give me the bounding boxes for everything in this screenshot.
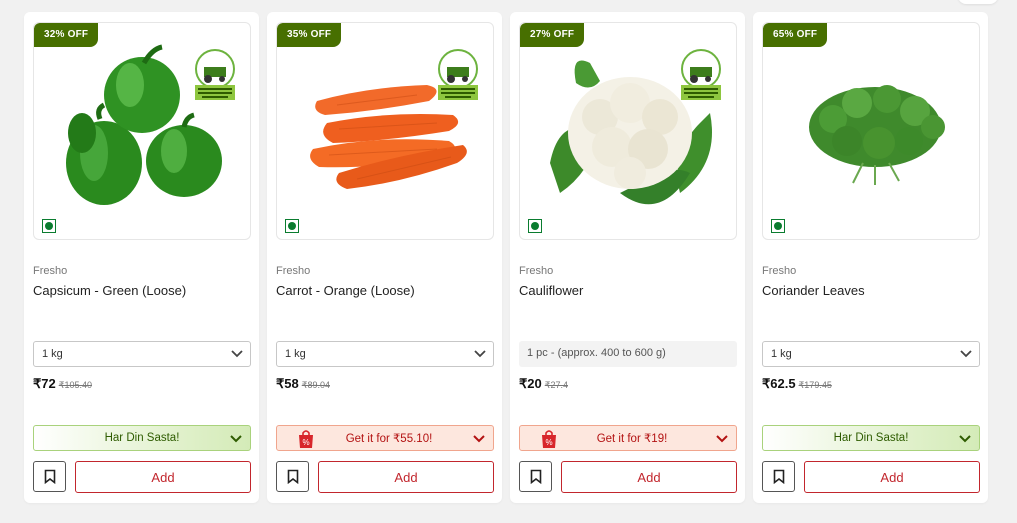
offer-banner[interactable]: % Get it for ₹55.10!	[276, 425, 494, 451]
bookmark-icon	[530, 469, 541, 484]
veg-mark-icon	[285, 219, 299, 233]
offer-banner[interactable]: % Get it for ₹19!	[519, 425, 737, 451]
discount-badge: 35% OFF	[277, 23, 342, 47]
product-name[interactable]: Coriander Leaves	[762, 283, 865, 298]
bookmark-button[interactable]	[762, 461, 795, 492]
bookmark-button[interactable]	[33, 461, 66, 492]
discount-badge: 27% OFF	[520, 23, 585, 47]
mrp-price: ₹179.45	[798, 380, 832, 390]
quantity-select[interactable]: 1 kg	[276, 341, 494, 367]
price: ₹72 ₹105.40	[33, 376, 92, 392]
quantity-value: 1 pc - (approx. 400 to 600 g)	[527, 347, 666, 359]
product-card[interactable]: 35% OFF Fresho Carrot - Orange (Loose) 1…	[267, 12, 502, 503]
offer-label: Get it for ₹55.10!	[345, 433, 433, 445]
offer-banner[interactable]: Har Din Sasta!	[762, 425, 980, 451]
veg-mark-icon	[42, 219, 56, 233]
quantity-select[interactable]: 1 kg	[762, 341, 980, 367]
quantity-value: 1 kg	[42, 348, 63, 360]
coriander-image	[809, 85, 945, 185]
farmer-partner-logo	[438, 49, 478, 100]
add-button[interactable]: Add	[318, 461, 494, 493]
top-panel-edge	[958, 0, 998, 4]
product-brand: Fresho	[276, 265, 311, 277]
sale-price: ₹58	[276, 376, 299, 391]
shopping-bag-icon: %	[542, 430, 556, 448]
mrp-price: ₹89.04	[301, 380, 330, 390]
product-row: 32% OFF Fresho Capsicum - Green (Loose) …	[24, 12, 988, 503]
product-card[interactable]: 65% OFF Fresho Coriander Leaves 1 kg ₹62…	[753, 12, 988, 503]
mrp-price: ₹27.4	[544, 380, 568, 390]
quantity-value: 1 kg	[771, 348, 792, 360]
chevron-down-icon	[716, 435, 728, 443]
offer-banner[interactable]: Har Din Sasta!	[33, 425, 251, 451]
chevron-down-icon	[230, 435, 242, 443]
quantity-value: 1 kg	[285, 348, 306, 360]
product-image-box[interactable]: 32% OFF	[33, 22, 251, 240]
chevron-down-icon	[960, 350, 972, 358]
quantity-select[interactable]: 1 kg	[33, 341, 251, 367]
price: ₹62.5 ₹179.45	[762, 376, 832, 392]
farmer-partner-logo	[195, 49, 235, 100]
product-name[interactable]: Capsicum - Green (Loose)	[33, 283, 186, 298]
add-button[interactable]: Add	[75, 461, 251, 493]
product-card[interactable]: 32% OFF Fresho Capsicum - Green (Loose) …	[24, 12, 259, 503]
veg-mark-icon	[528, 219, 542, 233]
price: ₹58 ₹89.04	[276, 376, 330, 392]
bookmark-icon	[773, 469, 784, 484]
discount-badge: 32% OFF	[34, 23, 99, 47]
bookmark-button[interactable]	[519, 461, 552, 492]
product-name[interactable]: Cauliflower	[519, 283, 583, 298]
bookmark-icon	[287, 469, 298, 484]
product-image-box[interactable]: 35% OFF	[276, 22, 494, 240]
farmer-partner-logo	[681, 49, 721, 100]
offer-label: Har Din Sasta!	[104, 432, 180, 444]
product-brand: Fresho	[762, 265, 797, 277]
chevron-down-icon	[473, 435, 485, 443]
bookmark-button[interactable]	[276, 461, 309, 492]
offer-label: Get it for ₹19!	[596, 433, 668, 445]
add-button[interactable]: Add	[561, 461, 737, 493]
svg-text:%: %	[545, 438, 552, 447]
product-card[interactable]: 27% OFF Fresho Cauliflower 1 pc - (appro…	[510, 12, 745, 503]
add-button[interactable]: Add	[804, 461, 980, 493]
mrp-price: ₹105.40	[58, 380, 92, 390]
product-name[interactable]: Carrot - Orange (Loose)	[276, 283, 415, 298]
sale-price: ₹72	[33, 376, 56, 391]
veg-mark-icon	[771, 219, 785, 233]
svg-text:%: %	[302, 438, 309, 447]
product-image-box[interactable]: 27% OFF	[519, 22, 737, 240]
sale-price: ₹20	[519, 376, 542, 391]
chevron-down-icon	[231, 350, 243, 358]
quantity-label: 1 pc - (approx. 400 to 600 g)	[519, 341, 737, 367]
bookmark-icon	[44, 469, 55, 484]
chevron-down-icon	[959, 435, 971, 443]
price: ₹20 ₹27.4	[519, 376, 568, 392]
offer-label: Har Din Sasta!	[833, 432, 909, 444]
shopping-bag-icon: %	[299, 430, 313, 448]
sale-price: ₹62.5	[762, 376, 796, 391]
product-brand: Fresho	[519, 265, 554, 277]
product-image-box[interactable]: 65% OFF	[762, 22, 980, 240]
product-brand: Fresho	[33, 265, 68, 277]
discount-badge: 65% OFF	[763, 23, 828, 47]
chevron-down-icon	[474, 350, 486, 358]
